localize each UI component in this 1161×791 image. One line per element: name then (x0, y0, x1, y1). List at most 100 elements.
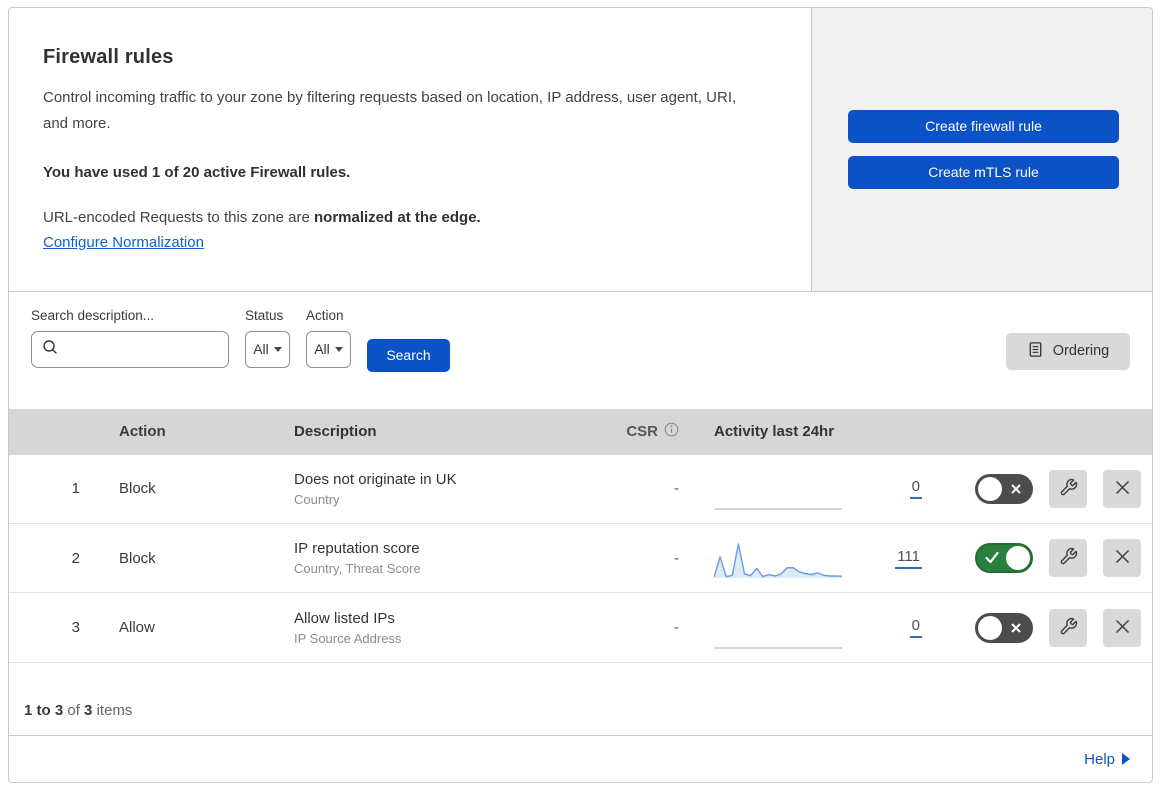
rule-action: Allow (119, 619, 155, 637)
status-filter-group: Status All (245, 308, 290, 368)
search-input[interactable] (65, 341, 246, 358)
ordering-button-label: Ordering (1052, 343, 1110, 360)
wrench-icon (1059, 617, 1078, 639)
help-link-label: Help (1084, 750, 1115, 768)
rule-description-cell: Allow listed IPs IP Source Address (279, 610, 589, 646)
ordering-button[interactable]: Ordering (1006, 332, 1130, 370)
x-icon (1002, 622, 1030, 634)
toggle-knob (978, 476, 1002, 501)
rule-fields: Country (294, 491, 340, 507)
rule-controls (934, 608, 1152, 647)
rule-priority: 1 (71, 480, 80, 498)
activity-sparkline (714, 507, 842, 510)
create-firewall-rule-button[interactable]: Create firewall rule (848, 109, 1119, 143)
close-icon (1114, 548, 1131, 568)
rule-enabled-toggle[interactable] (975, 473, 1033, 504)
header-text-panel: Firewall rules Control incoming traffic … (9, 8, 812, 291)
table-row: 3 Allow Allow listed IPs IP Source Addre… (9, 593, 1152, 663)
rule-description: Allow listed IPs (294, 609, 395, 627)
page-title: Firewall rules (43, 46, 174, 68)
ordering-list-icon (1027, 341, 1044, 362)
rule-activity-cell: 0 (679, 464, 934, 514)
search-box[interactable] (31, 330, 246, 368)
table-row: 2 Block IP reputation score Country, Thr… (9, 523, 1152, 594)
pagination-items: items (96, 702, 133, 720)
x-icon (1002, 483, 1030, 495)
activity-count-link[interactable]: 111 (895, 548, 922, 569)
status-select-value: All (253, 341, 269, 358)
rule-priority: 3 (71, 619, 80, 637)
rule-enabled-toggle[interactable] (975, 612, 1033, 643)
activity-sparkline (714, 646, 842, 649)
toggle-knob (1006, 546, 1030, 571)
rule-csr-value: - (674, 619, 679, 637)
rule-enabled-toggle[interactable] (975, 543, 1033, 574)
action-label: Action (306, 307, 344, 323)
action-filter-group: Action All (306, 308, 351, 368)
configure-normalization-link[interactable]: Configure Normalization (43, 234, 204, 251)
check-icon (978, 552, 1006, 564)
page-description: Control incoming traffic to your zone by… (43, 89, 737, 133)
pagination-of: of (67, 702, 80, 720)
table-row: 1 Block Does not originate in UK Country… (9, 454, 1152, 524)
help-link[interactable]: Help (1084, 751, 1130, 768)
rule-description-cell: Does not originate in UK Country (279, 471, 589, 507)
filter-bar: Search description... Status All Action … (9, 292, 1152, 409)
activity-sparkline (714, 543, 842, 579)
rule-priority: 2 (71, 549, 80, 567)
wrench-icon (1059, 547, 1078, 569)
rule-description: Does not originate in UK (294, 470, 457, 488)
rule-controls (934, 539, 1152, 578)
rule-description: IP reputation score (294, 540, 420, 558)
normalization-bold: normalized at the edge. (314, 208, 481, 226)
wrench-icon (1059, 478, 1078, 500)
action-select[interactable]: All (306, 330, 351, 368)
search-button[interactable]: Search (367, 338, 450, 372)
action-select-value: All (314, 341, 330, 358)
edit-rule-button[interactable] (1049, 469, 1087, 508)
usage-summary: You have used 1 of 20 active Firewall ru… (43, 163, 351, 181)
edit-rule-button[interactable] (1049, 608, 1087, 647)
close-icon (1114, 618, 1131, 638)
rule-activity-cell: 111 (679, 533, 934, 583)
status-select[interactable]: All (245, 330, 290, 368)
chevron-down-icon (334, 346, 343, 352)
search-group: Search description... (31, 307, 246, 368)
create-mtls-rule-button[interactable]: Create mTLS rule (848, 155, 1119, 189)
activity-count-link[interactable]: 0 (909, 617, 922, 639)
column-description: Description (294, 423, 377, 441)
search-label: Search description... (31, 307, 155, 323)
close-icon (1114, 479, 1131, 499)
activity-count-link[interactable]: 0 (909, 478, 922, 500)
rule-action: Block (119, 549, 156, 567)
delete-rule-button[interactable] (1103, 539, 1141, 578)
chevron-down-icon (273, 346, 282, 352)
rule-csr-value: - (674, 480, 679, 498)
rule-description-cell: IP reputation score Country, Threat Scor… (279, 540, 589, 576)
rule-action: Block (119, 480, 156, 498)
delete-rule-button[interactable] (1103, 469, 1141, 508)
column-action: Action (119, 423, 166, 441)
normalization-prefix: URL-encoded Requests to this zone are (43, 208, 314, 226)
info-icon[interactable] (664, 422, 679, 441)
search-icon (42, 339, 58, 360)
rule-csr-value: - (674, 549, 679, 567)
pagination-total: 3 (84, 702, 93, 720)
firewall-rules-card: Firewall rules Control incoming traffic … (8, 7, 1153, 783)
edit-rule-button[interactable] (1049, 539, 1087, 578)
status-label: Status (245, 307, 284, 323)
toggle-knob (978, 615, 1002, 640)
delete-rule-button[interactable] (1103, 608, 1141, 647)
rule-fields: IP Source Address (294, 630, 402, 646)
column-csr-label: CSR (626, 423, 658, 441)
pagination-range: 1 to 3 (24, 702, 64, 720)
column-csr: CSR (589, 422, 679, 441)
help-bar: Help (9, 736, 1152, 782)
pagination-summary: 1 to 3 of 3 items (9, 663, 1152, 737)
arrow-right-icon (1122, 753, 1130, 766)
rule-activity-cell: 0 (679, 603, 934, 653)
header-section: Firewall rules Control incoming traffic … (9, 8, 1152, 292)
header-actions-panel: Create firewall rule Create mTLS rule (812, 8, 1152, 291)
table-header-row: Action Description CSR Activity last 24h… (9, 408, 1152, 455)
rule-controls (934, 469, 1152, 508)
